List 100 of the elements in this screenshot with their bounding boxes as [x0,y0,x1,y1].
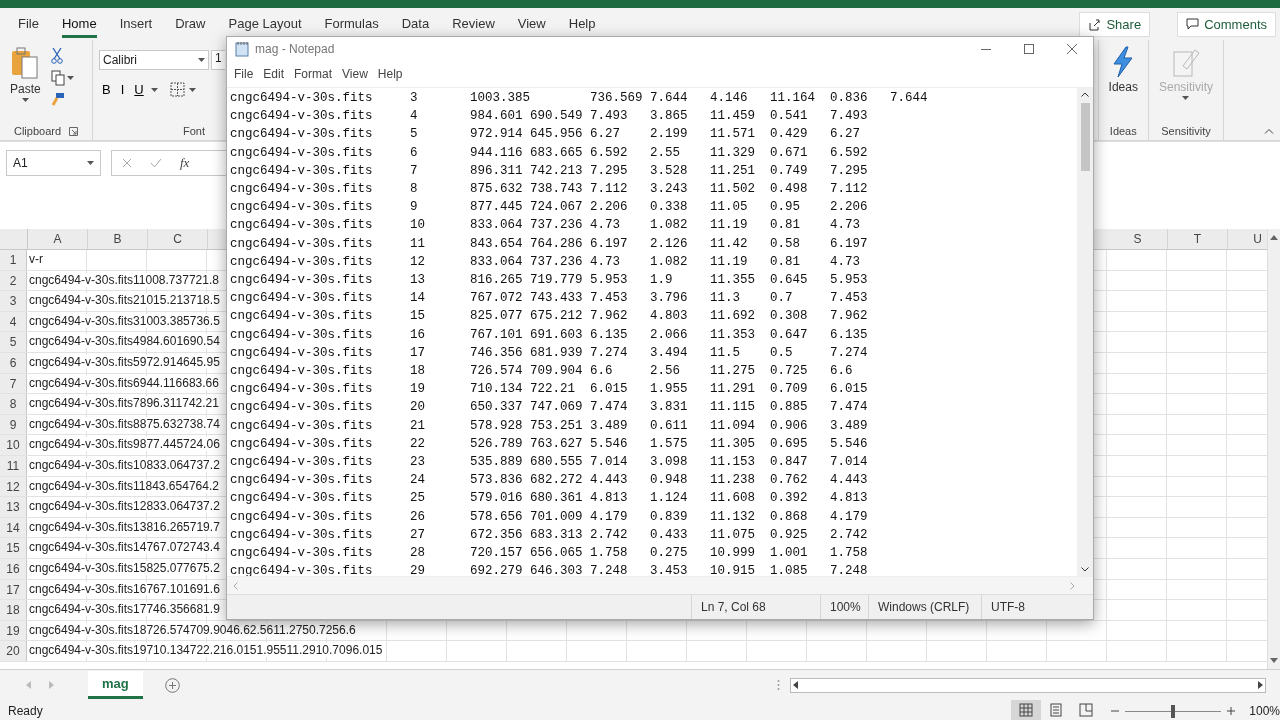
font-size-field[interactable]: 1 [211,50,225,70]
column-header[interactable]: B [88,229,148,249]
zoom-in-icon[interactable] [1227,707,1236,715]
scroll-thumb[interactable] [1080,103,1090,171]
caret-icon [21,98,29,102]
cancel-icon[interactable] [122,158,132,168]
row-header[interactable]: 10 [0,435,27,455]
row-header[interactable]: 8 [0,394,27,414]
scroll-right-icon[interactable] [1258,681,1263,689]
table-cell: cngc6494-v-30s.fits11008.737721.8 [29,272,219,287]
ribbon-tab[interactable]: Review [452,10,495,38]
collapse-ribbon-icon[interactable] [1264,128,1274,134]
name-box[interactable]: A1 [6,150,101,176]
row-header[interactable]: 13 [0,497,27,517]
column-header[interactable]: C [148,229,208,249]
scroll-up-icon[interactable] [1270,235,1278,240]
underline-button[interactable]: U [131,82,147,97]
sheet-tab[interactable]: mag [88,671,143,699]
text-line: cngc6494-v-30s.fits 3 1003.385 736.569 7.644 4.146 11.164 0.836 7.644 [230,90,928,107]
text-line: cngc6494-v-30s.fits 29 692.279 646.303 7.248 3.453 10.915 1.085 7.248 [230,563,868,576]
borders-icon[interactable] [169,82,185,97]
dialog-launcher-icon[interactable] [69,126,79,136]
ribbon-tab[interactable]: File [18,10,39,38]
status-text: Ln 7, Col 68 [691,595,820,619]
splitter-handle[interactable] [777,679,780,691]
page-layout-view-icon [1049,703,1064,717]
scroll-down-icon[interactable] [1081,567,1089,572]
menu-item[interactable]: View [339,65,371,83]
ribbon-tab[interactable]: Draw [175,10,206,38]
ribbon-tab[interactable]: Help [568,10,596,38]
text-line: cngc6494-v-30s.fits 13 816.265 719.779 5.953 1.9 11.355 0.645 5.953 [230,272,868,290]
text-line: cngc6494-v-30s.fits 23 535.889 680.555 7.014 3.098 11.153 0.847 7.014 [230,454,868,472]
share-button[interactable]: Share [1079,11,1151,37]
column-header[interactable]: A [28,229,88,249]
paste-button[interactable]: Paste [6,44,45,122]
table-cell: cngc6494-v-30s.fits19710.134722.216.0151.95511.2910.7096.015 [29,643,383,658]
ribbon-tab[interactable]: View [517,10,546,38]
scroll-left-icon[interactable] [793,681,798,689]
row-header[interactable]: 18 [0,600,27,620]
vertical-scrollbar[interactable] [1077,88,1093,576]
bold-button[interactable]: B [99,82,114,97]
row-header[interactable]: 5 [0,332,27,352]
previous-sheet-icon[interactable] [26,681,31,689]
menu-item[interactable]: Edit [260,65,288,83]
window-title: mag - Notepad [255,42,335,56]
font-name-field[interactable]: Calibri [99,50,209,70]
insert-function-button[interactable]: fx [180,155,190,171]
format-painter-icon[interactable] [50,92,65,108]
text-line: cngc6494-v-30s.fits 26 578.656 701.009 4.179 0.839 11.132 0.868 4.179 [230,508,868,526]
add-sheet-icon[interactable] [164,677,180,693]
scroll-up-icon[interactable] [1081,92,1089,97]
ribbon-tab[interactable]: Insert [119,10,153,38]
normal-view-button[interactable] [1011,700,1042,720]
text-line: cngc6494-v-30s.fits 9 877.445 724.067 2.206 0.338 11.05 0.95 2.206 [230,199,868,217]
text-line: cngc6494-v-30s.fits 19 710.134 722.21 6.015 1.955 11.291 0.709 6.015 [230,381,868,399]
horizontal-scrollbar[interactable] [790,677,1266,693]
ideas-button[interactable]: Ideas [1104,44,1142,122]
scroll-down-icon[interactable] [1270,658,1278,663]
column-header[interactable]: T [1168,229,1228,249]
row-header[interactable]: 1 [0,250,27,270]
column-header[interactable]: S [1108,229,1168,249]
status-text: Ready [8,704,43,718]
slider-thumb[interactable] [1171,704,1176,718]
group-label: Font [183,125,205,137]
scissors-icon[interactable] [50,48,63,64]
copy-icon[interactable] [50,70,65,86]
vertical-scrollbar[interactable] [1267,229,1280,669]
caret-icon [1182,96,1190,100]
text-line: cngc6494-v-30s.fits 20 650.337 747.069 7.474 3.831 11.115 0.885 7.474 [230,399,868,417]
zoom-out-icon[interactable] [1111,707,1120,715]
next-sheet-icon[interactable] [49,681,54,689]
text-line: cngc6494-v-30s.fits 28 720.157 656.065 1.758 0.275 10.999 1.001 1.758 [230,545,868,563]
text-line: cngc6494-v-30s.fits 11 843.654 764.286 6.197 2.126 11.42 0.58 6.197 [230,235,868,253]
check-icon[interactable] [150,158,162,168]
text-line: cngc6494-v-30s.fits 16 767.101 691.603 6.135 2.066 11.353 0.647 6.135 [230,326,868,344]
caret-icon [87,161,94,165]
ribbon-tab[interactable]: Data [401,10,430,38]
table-cell: cngc6494-v-30s.fits7896.311742.21 [29,396,219,411]
menu-item[interactable]: Help [374,65,406,83]
minimize-icon [980,48,991,50]
row-header[interactable]: 3 [0,291,27,311]
menu-item[interactable]: Format [291,65,336,83]
table-cell: cngc6494-v-30s.fits21015.213718.5 [29,293,220,308]
row-header[interactable]: 15 [0,538,27,558]
comments-button[interactable]: Comments [1177,11,1276,37]
caret-icon [198,58,205,62]
share-icon [1088,17,1102,31]
ribbon-tab[interactable]: Page Layout [228,10,302,38]
italic-button[interactable]: I [117,82,128,97]
ribbon-tab[interactable]: Formulas [324,10,379,38]
menu-item[interactable]: File [231,65,257,83]
zoom-level[interactable]: 100% [1249,704,1280,718]
table-cell: cngc6494-v-30s.fits14767.072743.4 [29,540,220,555]
ribbon-tab[interactable]: Home [61,10,97,38]
table-cell: cngc6494-v-30s.fits13816.265719.7 [29,519,220,534]
text-line: cngc6494-v-30s.fits 27 672.356 683.313 2.742 0.433 11.075 0.925 2.742 [230,526,868,544]
text-line: cngc6494-v-30s.fits 25 579.016 680.361 4.813 1.124 11.608 0.392 4.813 [230,490,868,508]
text-line: cngc6494-v-30s.fits 18 726.574 709.904 6.6 2.56 11.275 0.725 6.6 [230,363,853,381]
notepad-icon [235,41,249,57]
row-header[interactable]: 20 [0,641,27,661]
